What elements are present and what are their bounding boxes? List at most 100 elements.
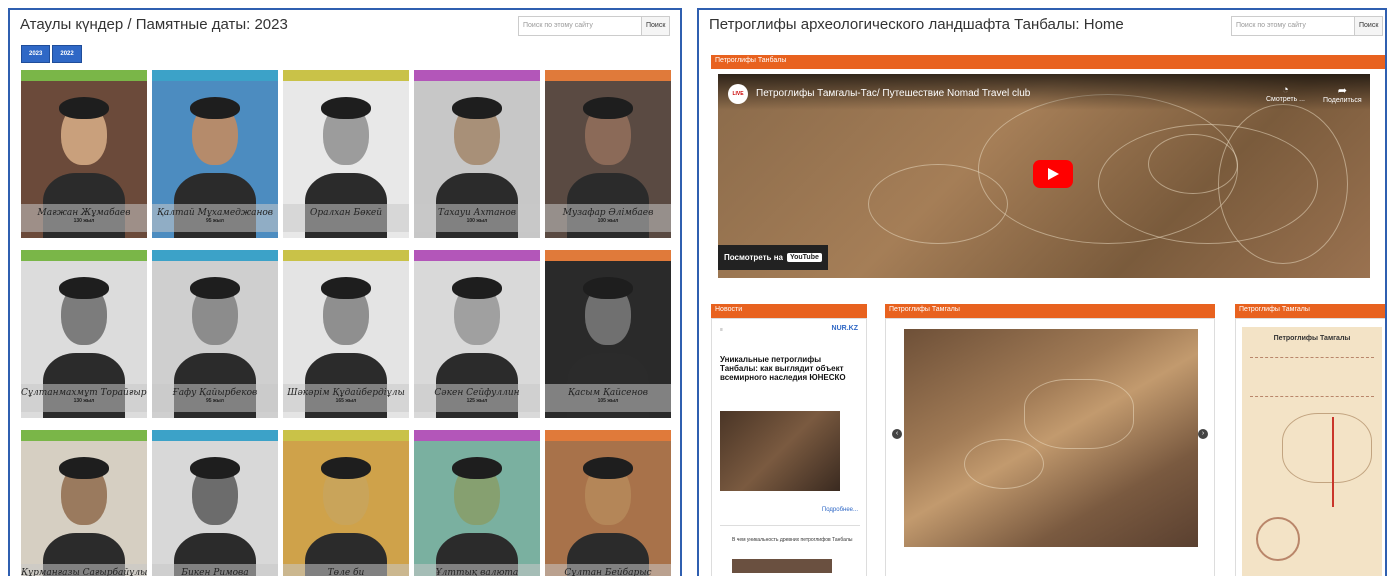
person-name: Шәкәрім Құдайбердіұлы [287,388,405,398]
route-line [1332,417,1334,507]
news-headline[interactable]: Уникальные петроглифы Танбалы: как выгля… [720,355,860,382]
person-name: Бикен Римова [181,568,249,576]
watch-on-youtube-button[interactable]: Посмотреть на YouTube [718,245,828,270]
portrait-card[interactable]: Төле би [283,430,409,576]
portrait-caption: Музафар Әлімбаев 100 жыл [545,204,671,232]
portrait-image [21,441,147,576]
ornament-band [283,430,409,441]
person-name: Құрманғазы Сағырбайұлы [21,568,147,576]
news-widget: ≡ NUR.KZ Уникальные петроглифы Танбалы: … [711,318,867,576]
channel-logo[interactable]: LIVE [728,84,748,104]
map-shape [1282,413,1372,483]
sun-figure-icon [1256,517,1300,561]
clock-icon: ◔ [1282,84,1289,96]
petroglyphs-panel: Петроглифы археологического ландшафта Та… [697,8,1387,576]
portrait-card[interactable]: Бикен Римова [152,430,278,576]
ornament-band [283,250,409,261]
portrait-image [152,441,278,576]
portrait-card[interactable]: Сұлтанмахмұт Торайғыров 130 жыл [21,250,147,418]
portrait-card[interactable]: Ғафу Қайырбеков 95 жыл [152,250,278,418]
ornament-band [414,430,540,441]
youtube-logo: YouTube [786,253,822,262]
portrait-card[interactable]: Шәкәрім Құдайбердіұлы 165 жыл [283,250,409,418]
anniversary-years: 95 жыл [206,218,224,224]
search-button[interactable]: Поиск [642,16,671,36]
anniversary-years: 100 жыл [597,218,619,224]
section-header-gallery: Петроглифы Тамгалы [885,304,1215,318]
search-button[interactable]: Поиск [1355,16,1384,36]
portrait-card[interactable]: Мағжан Жұмабаев 130 жыл [21,70,147,238]
page-title: Атаулы күндер / Памятные даты: 2023 [20,16,288,33]
anniversary-years: 125 жыл [466,398,488,404]
portrait-card[interactable]: Оралхан Бөкей [283,70,409,238]
portrait-caption: Төле би [283,564,409,576]
youtube-video[interactable]: LIVE Петроглифы Тамгалы-Тас/ Путешествие… [718,74,1370,278]
share-icon: ➦ [1337,85,1347,97]
person-name: Сұлтан Бейбарыс [564,568,652,576]
video-title[interactable]: Петроглифы Тамгалы-Тас/ Путешествие Noma… [756,88,1030,99]
ornament-band [152,70,278,81]
gallery-image[interactable] [904,329,1198,547]
portrait-caption: Қалтай Мұхамеджанов 95 жыл [152,204,278,232]
anniversary-years: 105 жыл [597,398,619,404]
search-input[interactable]: Поиск по этому сайту [518,16,642,36]
search-form: Поиск по этому сайту Поиск [1231,16,1384,36]
poster-image[interactable]: Петроглифы Тамгалы [1242,327,1382,576]
ornament-band [545,250,671,261]
portrait-caption: Шәкәрім Құдайбердіұлы 165 жыл [283,384,409,412]
portrait-caption: Ғафу Қайырбеков 95 жыл [152,384,278,412]
ornament-band [283,70,409,81]
year-tabs: 2023 2022 [21,45,82,63]
news-item[interactable]: В чем уникальность древних петроглифов Т… [732,537,856,543]
share-button[interactable]: ➦ Поделиться [1323,84,1362,104]
portrait-card[interactable]: Тахауи Ахтанов 100 жыл [414,70,540,238]
memorial-dates-panel: Атаулы күндер / Памятные даты: 2023 Поис… [8,8,682,576]
portrait-card[interactable]: Қалтай Мұхамеджанов 95 жыл [152,70,278,238]
person-name: Тахауи Ахтанов [437,208,517,218]
portrait-card[interactable]: Ұлттық валюта [414,430,540,576]
watch-later-button[interactable]: ◔ Смотреть ... [1266,84,1305,103]
search-form: Поиск по этому сайту Поиск [518,16,671,36]
person-name: Сұлтанмахмұт Торайғыров [21,388,147,398]
ornament-band [152,430,278,441]
news-image[interactable] [720,411,840,491]
portrait-image [545,441,671,576]
portrait-caption: Мағжан Жұмабаев 130 жыл [21,204,147,232]
portrait-caption: Бикен Римова [152,564,278,576]
portrait-card[interactable]: Құрманғазы Сағырбайұлы [21,430,147,576]
news-more-link[interactable]: Подробнее... [822,507,858,513]
anniversary-years: 130 жыл [73,398,95,404]
person-name: Музафар Әлімбаев [562,208,654,218]
person-name: Ғафу Қайырбеков [172,388,258,398]
chevron-right-icon[interactable]: › [1198,429,1208,439]
portrait-card[interactable]: Сәкен Сейфуллин 125 жыл [414,250,540,418]
tab-2022[interactable]: 2022 [52,45,82,63]
person-name: Сәкен Сейфуллин [434,388,520,398]
section-header-news: Новости [711,304,867,318]
menu-icon: ≡ [720,327,723,333]
portrait-caption: Тахауи Ахтанов 100 жыл [414,204,540,232]
ornament-band [545,430,671,441]
ornament-band [414,70,540,81]
poster-title: Петроглифы Тамгалы [1273,335,1351,342]
portrait-card[interactable]: Сұлтан Бейбарыс [545,430,671,576]
gallery-widget: ‹ › [885,318,1215,576]
portrait-caption: Сұлтанмахмұт Торайғыров 130 жыл [21,384,147,412]
ornament-band [21,250,147,261]
share-label: Поделиться [1323,97,1362,104]
tab-2023[interactable]: 2023 [21,45,51,63]
portrait-image [283,441,409,576]
portrait-card[interactable]: Қасым Қайсенов 105 жыл [545,250,671,418]
play-button[interactable] [1033,160,1073,188]
person-name: Қасым Қайсенов [567,388,649,398]
news-item-image[interactable] [732,559,832,573]
portrait-card[interactable]: Музафар Әлімбаев 100 жыл [545,70,671,238]
person-name: Қалтай Мұхамеджанов [156,208,274,218]
anniversary-years: 165 жыл [335,398,357,404]
portrait-caption: Сәкен Сейфуллин 125 жыл [414,384,540,412]
ornament-band [152,250,278,261]
ornament-band [545,70,671,81]
search-input[interactable]: Поиск по этому сайту [1231,16,1355,36]
section-header-video: Петроглифы Танбалы [711,55,1385,69]
chevron-left-icon[interactable]: ‹ [892,429,902,439]
